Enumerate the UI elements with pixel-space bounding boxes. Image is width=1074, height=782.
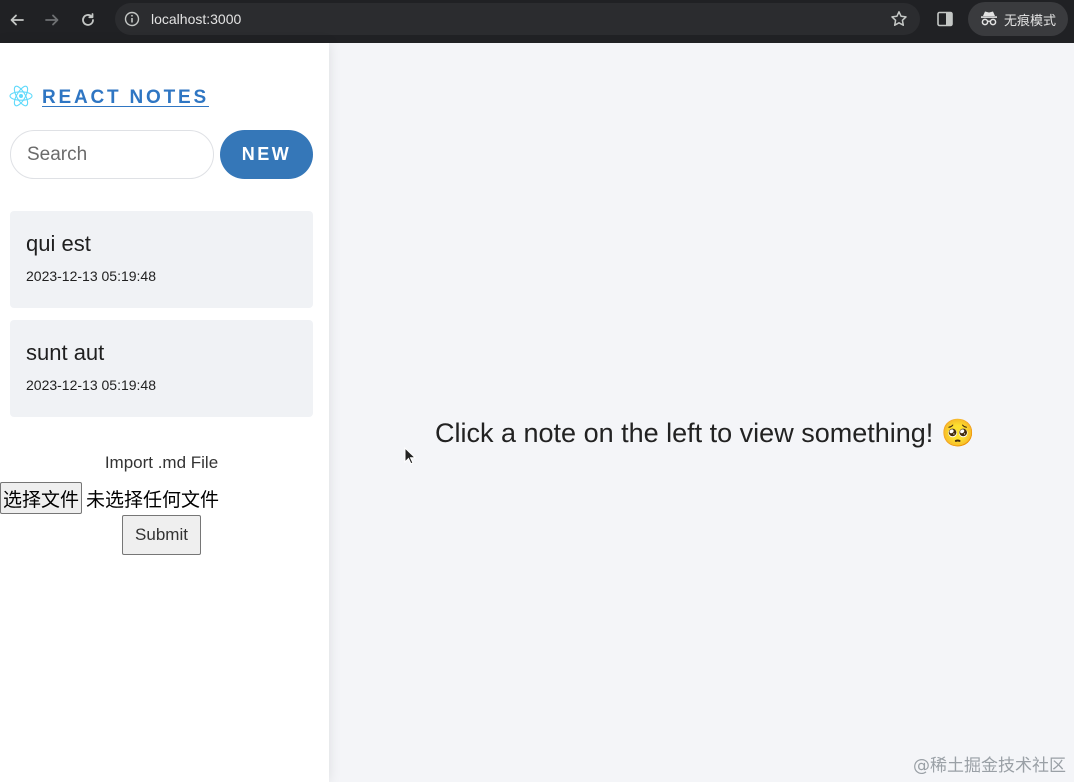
reload-icon[interactable] xyxy=(76,8,100,32)
note-item[interactable]: qui est 2023-12-13 05:19:48 xyxy=(10,211,313,308)
note-item[interactable]: sunt aut 2023-12-13 05:19:48 xyxy=(10,320,313,417)
choose-file-button[interactable]: 选择文件 xyxy=(0,482,83,514)
forward-arrow-icon[interactable] xyxy=(40,8,64,32)
note-title: qui est xyxy=(26,231,91,256)
watermark: @稀土掘金技术社区 xyxy=(913,756,1066,776)
incognito-indicator[interactable]: 无痕模式 xyxy=(968,2,1068,36)
address-bar[interactable]: localhost:3000 xyxy=(115,3,920,35)
file-status-text: 未选择任何文件 xyxy=(86,488,220,511)
note-viewer: Click a note on the left to view somethi… xyxy=(329,43,1074,782)
note-date: 2023-12-13 05:19:48 xyxy=(26,268,156,284)
browser-toolbar: localhost:3000 无痕模式 xyxy=(0,0,1074,43)
note-date: 2023-12-13 05:19:48 xyxy=(26,377,156,393)
side-panel-icon[interactable] xyxy=(936,10,954,28)
bookmark-star-icon[interactable] xyxy=(890,10,908,28)
file-input: 选择文件 未选择任何文件 xyxy=(0,482,219,514)
new-note-button[interactable]: NEW xyxy=(220,130,313,179)
brand-link[interactable]: REACT NOTES xyxy=(9,85,209,111)
site-info-icon[interactable] xyxy=(124,11,140,27)
empty-state-text: Click a note on the left to view somethi… xyxy=(435,417,934,448)
url-text: localhost:3000 xyxy=(151,11,242,27)
empty-state-message: Click a note on the left to view somethi… xyxy=(435,417,975,449)
sidebar: REACT NOTES NEW qui est 2023-12-13 05:19… xyxy=(0,43,329,782)
react-logo-icon xyxy=(9,85,33,112)
import-label: Import .md File xyxy=(104,453,219,472)
submit-button[interactable]: Submit xyxy=(122,515,201,555)
mouse-pointer-icon xyxy=(404,446,417,465)
pleading-face-emoji: 🥺 xyxy=(941,418,975,448)
incognito-icon xyxy=(980,10,998,29)
brand-title: REACT NOTES xyxy=(42,87,209,108)
search-input[interactable] xyxy=(10,130,214,179)
back-arrow-icon[interactable] xyxy=(5,8,29,32)
incognito-label: 无痕模式 xyxy=(1004,12,1057,28)
note-title: sunt aut xyxy=(26,340,105,365)
